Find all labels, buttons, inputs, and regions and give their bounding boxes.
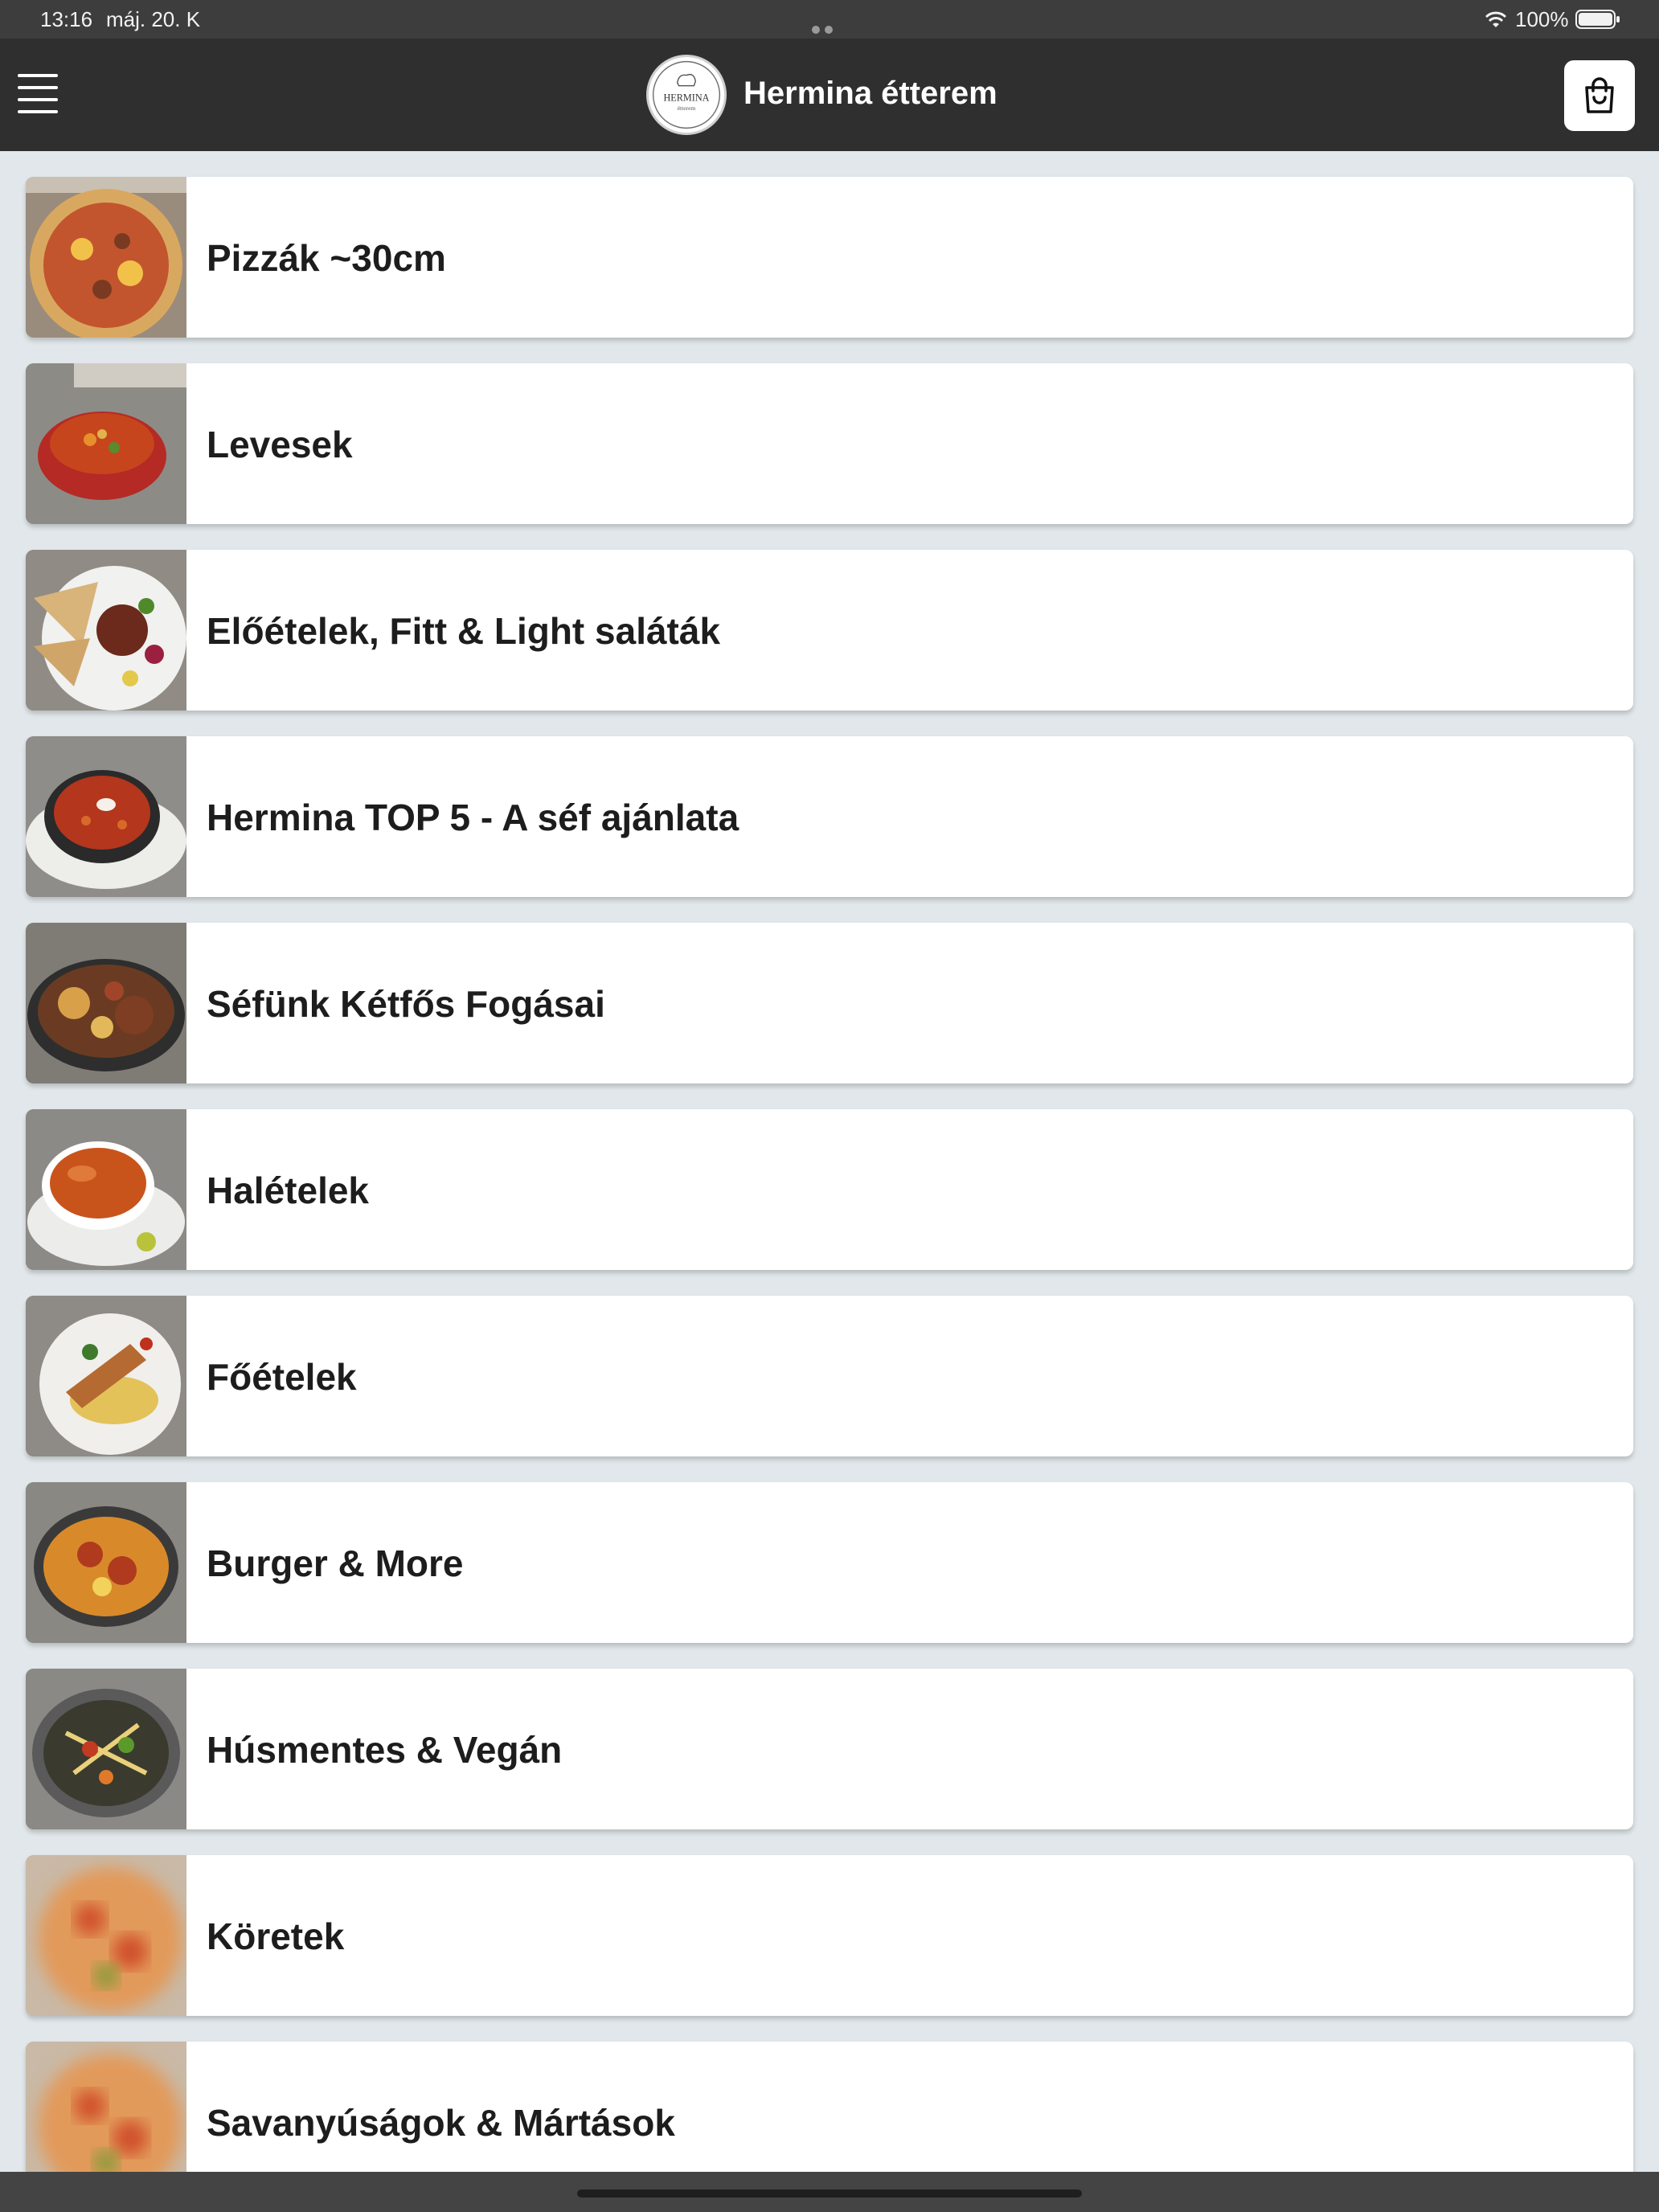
logo-subtext: étterem — [678, 104, 696, 112]
shopping-bag-icon — [1585, 77, 1614, 113]
category-label: Húsmentes & Vegán — [207, 1729, 563, 1771]
multitasking-dots-icon[interactable] — [812, 14, 847, 59]
category-item-pizza[interactable]: Pizzák ~30cm — [26, 177, 1633, 338]
soup-thumbnail — [26, 363, 186, 524]
category-label: Köretek — [207, 1915, 345, 1957]
vegan-thumbnail — [26, 1669, 186, 1829]
category-label: Halételek — [207, 1169, 370, 1211]
hamburger-menu-icon[interactable] — [18, 74, 63, 116]
category-item-sides[interactable]: Köretek — [26, 1855, 1633, 2016]
battery-percentage: 100% — [1515, 7, 1569, 31]
status-time: 13:16 — [40, 7, 93, 31]
main-dish-thumbnail — [26, 1296, 186, 1456]
category-item-starters[interactable]: Előételek, Fitt & Light saláták — [26, 550, 1633, 711]
app-header: HERMINA étterem Hermina étterem — [0, 39, 1659, 151]
platter-thumbnail — [26, 923, 186, 1083]
goulash-thumbnail — [26, 736, 186, 897]
category-item-fish[interactable]: Halételek — [26, 1109, 1633, 1270]
category-item-vegan[interactable]: Húsmentes & Vegán — [26, 1669, 1633, 1829]
category-label: Hermina TOP 5 - A séf ajánlata — [207, 797, 739, 838]
category-label: Előételek, Fitt & Light saláták — [207, 610, 721, 652]
page-title: Hermina étterem — [743, 76, 997, 111]
category-label: Pizzák ~30cm — [207, 237, 446, 279]
placeholder-thumbnail — [26, 1855, 186, 2016]
salad-thumbnail — [26, 550, 186, 711]
fish-soup-thumbnail — [26, 1109, 186, 1270]
cart-button[interactable] — [1564, 60, 1635, 131]
category-label: Séfünk Kétfős Fogásai — [207, 983, 605, 1025]
home-indicator[interactable] — [577, 2189, 1082, 2198]
category-label: Savanyúságok & Mártások — [207, 2102, 675, 2144]
category-item-burger[interactable]: Burger & More — [26, 1482, 1633, 1643]
category-label: Levesek — [207, 424, 353, 465]
category-item-two-person[interactable]: Séfünk Kétfős Fogásai — [26, 923, 1633, 1083]
pizza-thumbnail — [26, 177, 186, 338]
status-date: máj. 20. K — [106, 7, 201, 31]
category-label: Burger & More — [207, 1542, 464, 1584]
battery-icon — [1575, 10, 1620, 29]
category-item-top5[interactable]: Hermina TOP 5 - A séf ajánlata — [26, 736, 1633, 897]
status-bar: 13:16 máj. 20. K 100% — [0, 0, 1659, 59]
category-label: Főételek — [207, 1356, 357, 1398]
wifi-icon — [1484, 10, 1508, 29]
burger-thumbnail — [26, 1482, 186, 1643]
category-item-mains[interactable]: Főételek — [26, 1296, 1633, 1456]
restaurant-logo[interactable]: HERMINA étterem — [646, 55, 727, 135]
logo-text: HERMINA — [663, 92, 709, 104]
category-item-soups[interactable]: Levesek — [26, 363, 1633, 524]
